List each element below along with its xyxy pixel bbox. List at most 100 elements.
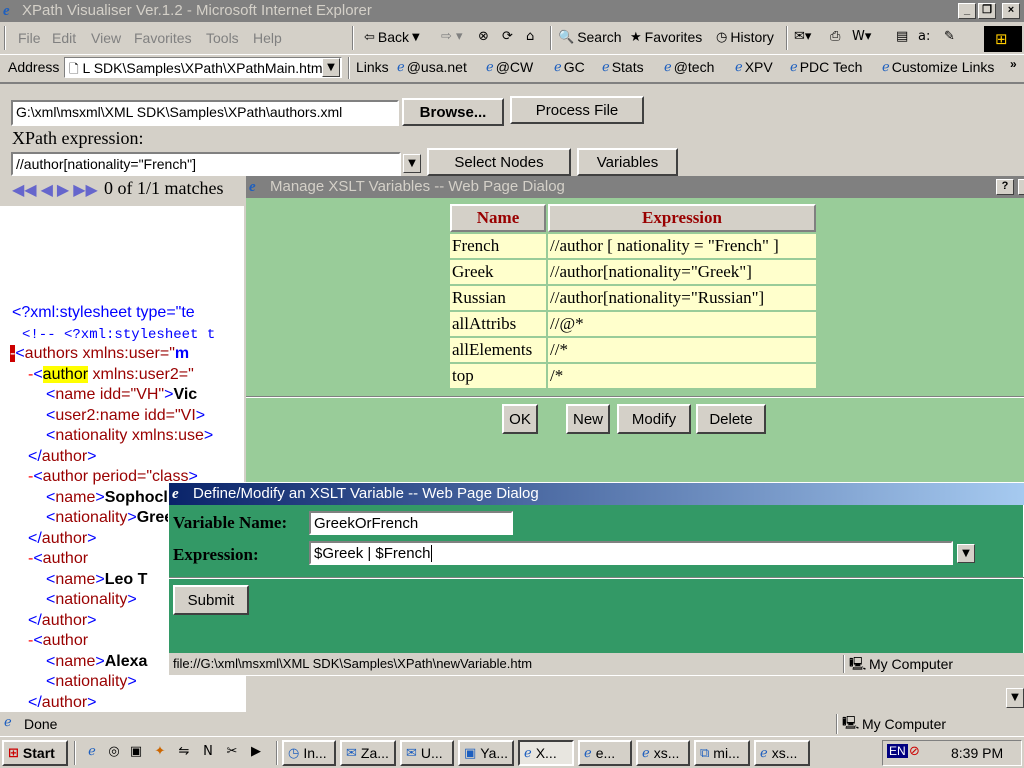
scroll-down-button[interactable]: ▼ — [1006, 688, 1024, 708]
xpath-expression-input[interactable]: //author[nationality="French"] — [11, 152, 401, 176]
prev-match-icon[interactable]: ◀ — [41, 180, 53, 199]
link-gc[interactable]: ℯ GC — [554, 59, 585, 75]
variable-expression-cell[interactable]: /* — [548, 364, 816, 388]
last-match-icon[interactable]: ▶▶ — [73, 180, 98, 199]
expression-input[interactable]: $Greek | $French — [309, 541, 953, 565]
quicklaunch-messenger-icon[interactable]: ✦ — [152, 744, 168, 760]
tray-app-icon[interactable]: ⊘ — [909, 744, 920, 759]
menu-file[interactable]: File — [18, 30, 41, 46]
expression-dropdown-button[interactable]: ▼ — [957, 544, 975, 563]
variable-name-cell[interactable]: Greek — [450, 260, 546, 284]
taskbar-task-button[interactable]: ▣ Ya... — [458, 740, 514, 766]
variable-row[interactable]: top/* — [450, 364, 816, 388]
variable-name-input[interactable]: GreekOrFrench — [309, 511, 513, 535]
taskbar-task-button[interactable]: ◷ In... — [282, 740, 336, 766]
taskbar-task-button[interactable]: ℯ xs... — [636, 740, 690, 766]
taskbar-task-button[interactable]: ℯ e... — [578, 740, 632, 766]
variable-row[interactable]: allAttribs//@* — [450, 312, 816, 336]
link-pdc-tech[interactable]: ℯ PDC Tech — [790, 59, 862, 75]
variable-row[interactable]: French//author [ nationality = "French" … — [450, 234, 816, 258]
taskbar-task-button[interactable]: ✉ U... — [400, 740, 454, 766]
search-button[interactable]: 🔍 Search — [558, 29, 622, 45]
link-tech[interactable]: ℯ @tech — [664, 59, 714, 75]
menu-tools[interactable]: Tools — [206, 30, 239, 46]
taskbar-task-button[interactable]: ⧉ mi... — [694, 740, 750, 766]
quicklaunch-ie-icon[interactable]: ℯ — [84, 744, 100, 760]
xml-line[interactable]: -<author — [28, 632, 88, 650]
mail-icon[interactable]: ✉▾ — [794, 29, 811, 44]
menu-favorites[interactable]: Favorites — [134, 30, 192, 46]
restore-button[interactable]: ❐ — [978, 3, 996, 19]
variable-row[interactable]: Russian//author[nationality="Russian"] — [450, 286, 816, 310]
quicklaunch-outlook-icon[interactable]: ◎ — [106, 744, 122, 760]
xpath-dropdown-button[interactable]: ▼ — [403, 154, 421, 173]
modify-button[interactable]: Modify — [617, 404, 691, 434]
variable-name-cell[interactable]: allAttribs — [450, 312, 546, 336]
variable-expression-cell[interactable]: //author [ nationality = "French" ] — [548, 234, 816, 258]
language-indicator[interactable]: EN — [887, 744, 908, 758]
delete-button[interactable]: Delete — [696, 404, 766, 434]
select-nodes-button[interactable]: Select Nodes — [427, 148, 571, 176]
links-chevron-icon[interactable]: » — [1010, 57, 1017, 71]
back-button[interactable]: ⇦ Back ▼ — [364, 29, 420, 45]
address-input[interactable]: 🗋 L SDK\Samples\XPath\XPathMain.htm — [64, 57, 342, 78]
menu-edit[interactable]: Edit — [52, 30, 76, 46]
home-icon[interactable]: ⌂ — [526, 29, 534, 44]
variable-name-cell[interactable]: Russian — [450, 286, 546, 310]
quicklaunch-tools-icon[interactable]: ✂ — [224, 744, 240, 760]
help-button[interactable]: ? — [996, 179, 1014, 195]
history-button[interactable]: ◷ History — [716, 29, 774, 45]
submit-button[interactable]: Submit — [173, 585, 249, 615]
link-customize-links[interactable]: ℯ Customize Links — [882, 59, 994, 75]
variable-expression-cell[interactable]: //@* — [548, 312, 816, 336]
messenger-icon[interactable]: a: — [918, 29, 930, 44]
link-xpv[interactable]: ℯ XPV — [735, 59, 773, 75]
link-cw[interactable]: ℯ @CW — [486, 59, 533, 75]
variable-expression-cell[interactable]: //* — [548, 338, 816, 362]
variable-name-cell[interactable]: allElements — [450, 338, 546, 362]
variables-button[interactable]: Variables — [577, 148, 678, 176]
menu-view[interactable]: View — [91, 30, 121, 46]
variable-row[interactable]: allElements//* — [450, 338, 816, 362]
browse-button[interactable]: Browse... — [402, 98, 504, 126]
link-stats[interactable]: ℯ Stats — [602, 59, 644, 75]
stop-icon[interactable]: ⊗ — [478, 29, 489, 44]
edit-icon[interactable]: W▾ — [852, 29, 871, 44]
variable-expression-cell[interactable]: //author[nationality="Greek"] — [548, 260, 816, 284]
ok-button[interactable]: OK — [502, 404, 538, 434]
refresh-icon[interactable]: ⟳ — [502, 29, 513, 44]
taskbar-task-button[interactable]: ℯ xs... — [754, 740, 810, 766]
xml-line[interactable]: -<author xmlns:user2=" — [28, 365, 194, 384]
next-match-icon[interactable]: ▶ — [57, 180, 69, 199]
variable-name-cell[interactable]: French — [450, 234, 546, 258]
tools-icon[interactable]: ✎ — [944, 29, 955, 44]
print-icon[interactable]: ⎙ — [830, 29, 840, 44]
process-file-button[interactable]: Process File — [510, 96, 644, 124]
quicklaunch-media-icon[interactable]: ▶ — [248, 744, 264, 760]
name-column-header[interactable]: Name — [450, 204, 546, 232]
dialog-close-button[interactable]: × — [1018, 179, 1024, 195]
taskbar-task-button[interactable]: ✉ Za... — [340, 740, 396, 766]
start-button[interactable]: ⊞ Start — [2, 740, 68, 766]
favorites-button[interactable]: ★ Favorites — [630, 29, 702, 45]
forward-button[interactable]: ⇨ ▾ — [441, 29, 463, 44]
xml-line[interactable]: -<author — [28, 550, 88, 568]
quicklaunch-network-icon[interactable]: ⇋ — [176, 744, 192, 760]
variable-expression-cell[interactable]: //author[nationality="Russian"] — [548, 286, 816, 310]
address-dropdown-button[interactable]: ▼ — [322, 58, 340, 77]
first-match-icon[interactable]: ◀◀ — [12, 180, 37, 199]
minimize-button[interactable]: _ — [958, 3, 976, 19]
quicklaunch-notepad-icon[interactable]: N — [200, 744, 216, 760]
link-usa-net[interactable]: ℯ @usa.net — [397, 59, 467, 75]
xml-line[interactable]: -<authors xmlns:user="m — [10, 345, 189, 363]
file-path-input[interactable]: G:\xml\msxml\XML SDK\Samples\XPath\autho… — [11, 100, 399, 126]
variable-name-cell[interactable]: top — [450, 364, 546, 388]
variable-row[interactable]: Greek//author[nationality="Greek"] — [450, 260, 816, 284]
discuss-icon[interactable]: ▤ — [896, 29, 908, 44]
taskbar-task-button[interactable]: ℯ X... — [518, 740, 574, 766]
close-button[interactable]: × — [1002, 3, 1020, 19]
quicklaunch-desktop-icon[interactable]: ▣ — [128, 744, 144, 760]
menu-help[interactable]: Help — [253, 30, 282, 46]
new-button[interactable]: New — [566, 404, 610, 434]
expression-column-header[interactable]: Expression — [548, 204, 816, 232]
